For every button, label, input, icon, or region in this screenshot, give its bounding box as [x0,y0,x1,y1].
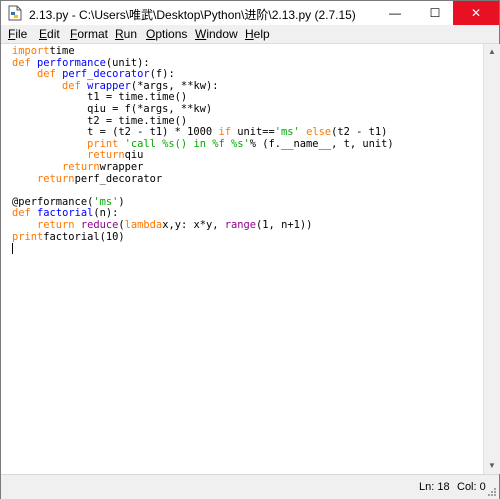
status-bar: Ln: 18 Col: 0 [1,474,499,499]
code-token-kw: return [37,172,75,185]
column-number-status: Col: 0 [457,481,486,493]
code-token-kw: print [12,230,44,243]
code-token: wrapper [99,160,144,173]
code-token: (*args, **kw): [130,79,219,92]
code-token-kw: if [218,126,231,139]
code-token-kw: lambda [124,218,163,231]
code-token: (t2 - t1) [331,126,388,139]
text-cursor [12,243,13,255]
code-line[interactable] [12,243,394,255]
code-token-st: 'ms' [93,195,119,208]
menu-run[interactable]: Run [115,27,137,41]
menu-file[interactable]: File [8,27,27,41]
close-button[interactable]: ✕ [453,1,499,25]
code-token: % (f.__name__, t, unit) [249,137,394,150]
code-token: (n): [93,207,119,220]
code-token: t = (t2 - t1) * 1000 [12,126,219,139]
code-token: qiu = f(*args, **kw) [12,102,213,115]
line-number-status: Ln: 18 [419,481,450,493]
resize-grip-icon[interactable] [487,487,497,497]
code-token: ) [118,195,125,208]
code-token: x,y: x*y, [162,218,225,231]
code-token: (1, n+1)) [256,218,313,231]
code-token-df: factorial [37,207,94,220]
code-token: qiu [124,149,144,162]
code-token-st: 'ms' [274,126,300,139]
code-token-kw: return [87,149,125,162]
code-token-kw: print [87,137,119,150]
minimize-button[interactable]: — [377,1,413,25]
code-token-df: performance [37,56,106,69]
code-token: time [49,45,75,57]
code-token: unit== [237,126,275,139]
code-token: @performance( [12,195,94,208]
code-token-kw: def [12,207,31,220]
code-token-kw: def [12,56,31,69]
code-token-bi: range [224,218,257,231]
code-token: t2 = time.time() [12,114,188,127]
python-file-icon [8,5,22,21]
menu-bar: File Edit Format Run Options Window Help [1,25,499,44]
code-token: (f): [149,68,175,81]
menu-edit[interactable]: Edit [39,27,60,41]
idle-editor-window: 2.13.py - C:\Users\唯武\Desktop\Python\进阶\… [0,0,500,499]
code-token: (unit): [105,56,150,69]
code-token-df: wrapper [87,79,131,92]
code-token-kw: return [37,218,75,231]
code-line[interactable]: printfactorial(10) [12,230,394,244]
vertical-scrollbar[interactable]: ▲ ▼ [483,44,500,474]
menu-options[interactable]: Options [146,27,187,41]
code-token: t1 = time.time() [12,91,188,104]
code-token-bi: reduce [80,218,119,231]
code-token-kw: def [37,68,56,81]
maximize-button[interactable]: ☐ [417,1,453,25]
code-token: factorial(10) [43,230,125,243]
scroll-up-icon[interactable]: ▲ [484,44,500,60]
code-token-kw: return [62,160,100,173]
code-token-kw: else [306,126,332,139]
code-line[interactable]: returnperf_decorator [12,172,394,186]
menu-format[interactable]: Format [70,27,108,41]
scroll-down-icon[interactable]: ▼ [484,458,500,474]
code-token-kw: import [12,45,50,57]
code-token-kw: def [62,79,81,92]
title-bar[interactable]: 2.13.py - C:\Users\唯武\Desktop\Python\进阶\… [1,1,499,25]
code-token-df: perf_decorator [62,68,150,81]
menu-window[interactable]: Window [195,27,238,41]
code-text[interactable]: importtime def performance(unit): def per… [12,45,394,255]
window-title: 2.13.py - C:\Users\唯武\Desktop\Python\进阶\… [29,8,356,22]
code-token-st: 'call %s() in %f %s' [124,137,250,150]
code-token: perf_decorator [74,172,163,185]
code-editor[interactable]: importtime def performance(unit): def per… [1,44,483,474]
menu-help[interactable]: Help [245,27,270,41]
